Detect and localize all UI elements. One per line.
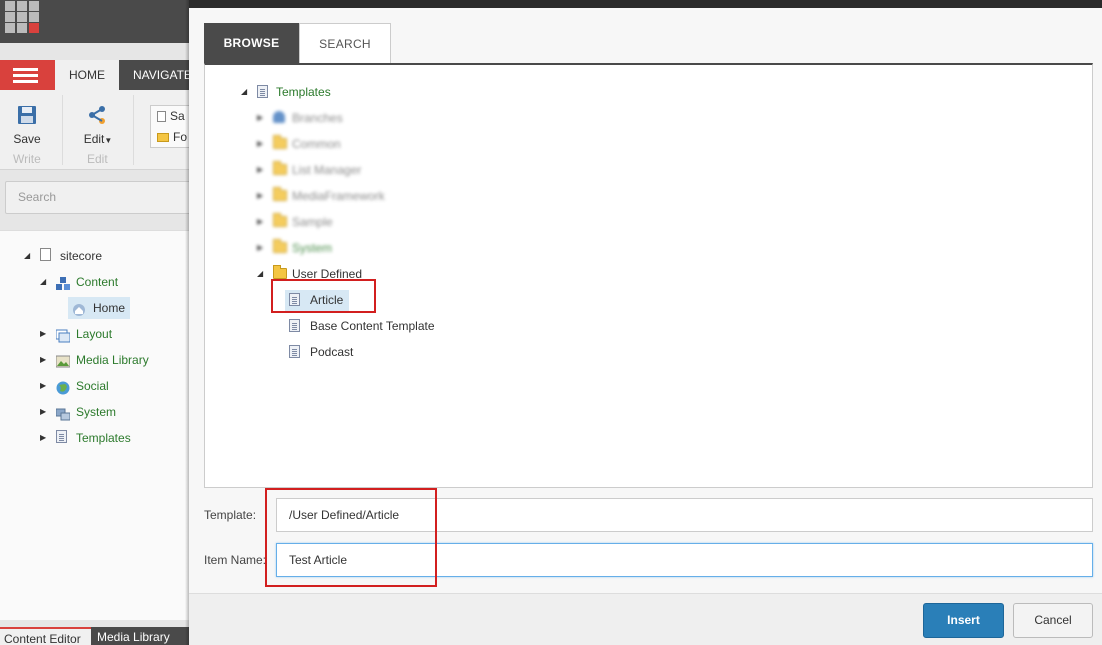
dialog-shadow	[185, 0, 189, 645]
expanded-arrow-icon[interactable]: ◢	[257, 261, 269, 287]
collapsed-arrow-icon[interactable]: ▶	[257, 157, 269, 183]
folder-icon	[273, 161, 287, 177]
media-library-icon	[55, 352, 71, 368]
folder-icon	[157, 133, 169, 143]
tab-browse[interactable]: BROWSE	[204, 23, 299, 64]
save-icon	[18, 106, 36, 124]
ribbon-separator	[133, 95, 134, 165]
item-name-input[interactable]: Test Article	[276, 543, 1093, 577]
expanded-arrow-icon[interactable]: ◢	[241, 79, 253, 105]
search-input[interactable]: Search	[5, 181, 190, 214]
folder-icon	[273, 187, 287, 203]
collapsed-arrow-icon[interactable]: ▶	[257, 105, 269, 131]
edit-label: Edit	[83, 132, 105, 146]
template-label: Template:	[204, 508, 257, 522]
collapsed-arrow-icon[interactable]: ▶	[257, 235, 269, 261]
folder-icon	[273, 239, 287, 255]
templates-icon	[257, 85, 271, 99]
menu-hamburger-icon[interactable]	[0, 60, 55, 90]
chevron-down-icon: ▼	[104, 136, 113, 145]
content-tree: ◢ sitecore ◢ Content Home ▶ Layout ▶ Med…	[0, 230, 190, 620]
template-icon	[289, 319, 303, 333]
expanded-arrow-icon[interactable]: ◢	[40, 269, 52, 295]
collapsed-arrow-icon[interactable]: ▶	[257, 131, 269, 157]
content-editor-panel: HOME NAVIGATE Save Write Edit▼ Edit Sa F…	[0, 0, 190, 645]
tab-media-library[interactable]: Media Library	[93, 627, 174, 645]
edit-group-label: Edit	[87, 152, 108, 166]
save-label: Save	[13, 132, 41, 146]
collapsed-arrow-icon[interactable]: ▶	[40, 399, 52, 425]
item-name-label: Item Name:	[204, 553, 267, 567]
layout-icon	[55, 326, 71, 343]
home-icon	[72, 300, 86, 316]
folder-icon	[273, 213, 287, 229]
page-icon	[157, 111, 166, 123]
cancel-button[interactable]: Cancel	[1013, 603, 1093, 638]
edit-button[interactable]: Edit▼	[78, 105, 118, 146]
tab-home[interactable]: HOME	[55, 60, 119, 90]
dialog-title-bar	[189, 0, 1102, 8]
collapsed-arrow-icon[interactable]: ▶	[257, 209, 269, 235]
ribbon-body: Save Write Edit▼ Edit Sa Fo	[0, 90, 190, 170]
insert-button[interactable]: Insert	[923, 603, 1004, 638]
save-button[interactable]: Save	[10, 105, 44, 146]
collapsed-arrow-icon[interactable]: ▶	[40, 425, 52, 451]
template-path-field[interactable]: /User Defined/Article	[276, 498, 1093, 532]
open-folder-icon	[273, 265, 287, 281]
collapsed-arrow-icon[interactable]: ▶	[257, 183, 269, 209]
ribbon-small-buttons: Sa Fo	[150, 105, 190, 148]
expanded-arrow-icon[interactable]: ◢	[24, 243, 36, 269]
template-icon	[289, 345, 303, 359]
collapsed-arrow-icon[interactable]: ▶	[40, 347, 52, 373]
page-icon	[40, 248, 54, 262]
ribbon-separator	[62, 95, 63, 165]
branch-icon	[273, 111, 287, 125]
tab-search[interactable]: SEARCH	[299, 23, 391, 64]
launchpad-icon[interactable]	[5, 1, 39, 33]
edit-share-icon	[89, 106, 105, 124]
social-globe-icon	[56, 378, 70, 395]
system-icon	[55, 404, 71, 421]
tab-content-editor[interactable]: Content Editor	[0, 627, 91, 645]
collapsed-arrow-icon[interactable]: ▶	[40, 321, 52, 347]
folder-icon	[273, 135, 287, 151]
insert-item-dialog: BROWSE SEARCH ◢ Templates ▶ Branches ▶ C…	[185, 0, 1102, 645]
write-group-label: Write	[13, 152, 41, 166]
collapsed-arrow-icon[interactable]: ▶	[40, 373, 52, 399]
templates-icon	[56, 430, 70, 444]
content-cubes-icon	[56, 274, 70, 290]
template-icon	[289, 293, 303, 307]
tab-navigate[interactable]: NAVIGATE	[133, 60, 190, 90]
template-tree: ◢ Templates ▶ Branches ▶ Common ▶ List M…	[204, 63, 1093, 488]
